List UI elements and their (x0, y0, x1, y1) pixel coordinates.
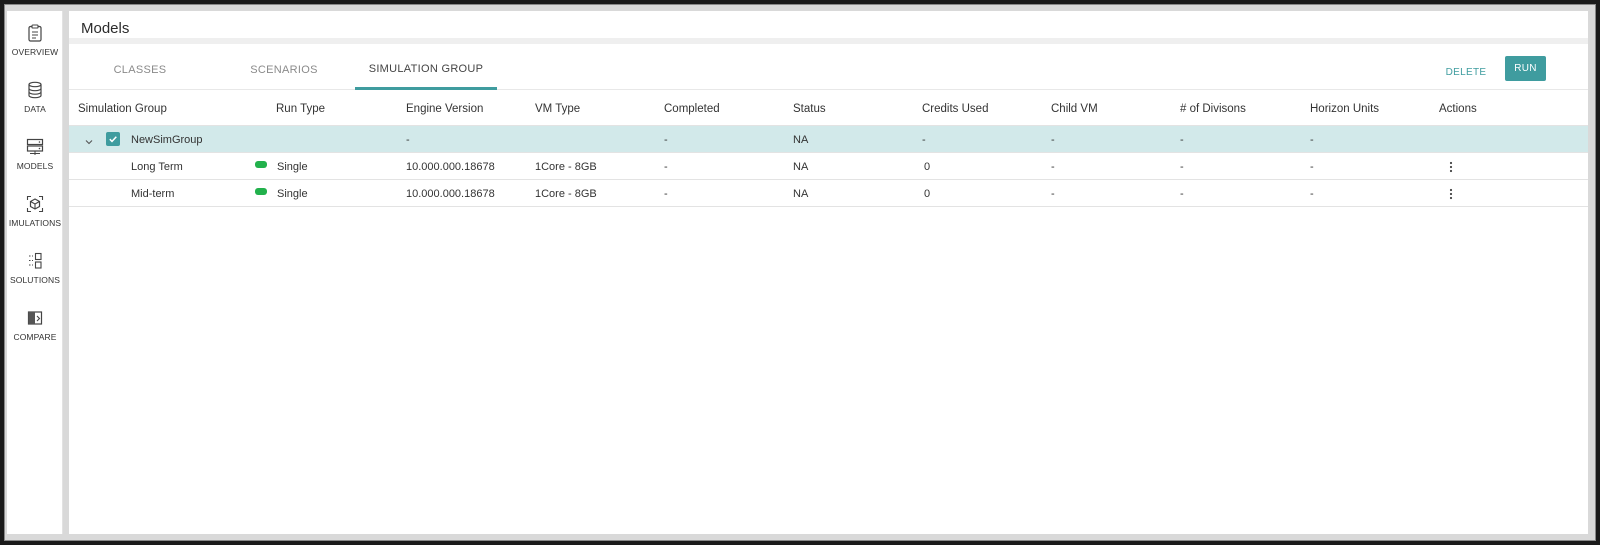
group-credits-used: - (922, 133, 926, 146)
row-horizon-units: - (1310, 187, 1314, 200)
more-actions-icon[interactable] (1447, 160, 1455, 174)
column-header-run-type[interactable]: Run Type (276, 91, 325, 126)
chevron-down-icon[interactable] (84, 134, 94, 145)
sidebar-item-solutions[interactable]: SOLUTIONS (7, 250, 63, 300)
column-header-credits-used[interactable]: Credits Used (922, 91, 988, 126)
main-panel: Models CLASSES SCENARIOS SIMULATION GROU… (69, 11, 1588, 534)
sidebar-item-models[interactable]: MODELS (7, 136, 63, 186)
cube-icon (25, 193, 45, 215)
table-row[interactable]: Mid-term Single 10.000.000.18678 1Core -… (69, 180, 1588, 207)
row-engine-version: 10.000.000.18678 (406, 187, 495, 200)
table-header: Simulation Group Run Type Engine Version… (69, 91, 1588, 126)
row-engine-version: 10.000.000.18678 (406, 160, 495, 173)
column-header-engine-version[interactable]: Engine Version (406, 91, 483, 126)
column-header-completed[interactable]: Completed (664, 91, 720, 126)
status-indicator (255, 188, 267, 195)
group-status: NA (793, 133, 809, 146)
column-header-divisions[interactable]: # of Divisons (1180, 91, 1246, 126)
row-divisions: - (1180, 187, 1184, 200)
checkmark-icon (109, 136, 117, 143)
sidebar-item-label: MODELS (16, 161, 54, 171)
status-indicator (255, 161, 267, 168)
sidebar-item-label: OVERVIEW (11, 47, 59, 57)
sidebar-item-compare[interactable]: COMPARE (7, 307, 63, 357)
row-credits-used: 0 (924, 160, 931, 173)
clipboard-icon (25, 22, 45, 44)
column-header-child-vm[interactable]: Child VM (1051, 91, 1098, 126)
sidebar-item-overview[interactable]: OVERVIEW (7, 22, 63, 72)
column-header-actions: Actions (1439, 102, 1477, 115)
sidebar-item-label: DATA (24, 104, 46, 114)
page-title: Models (81, 20, 130, 37)
row-vm-type: 1Core - 8GB (535, 187, 597, 200)
database-icon (25, 79, 45, 101)
sidebar-item-label: SOLUTIONS (9, 275, 61, 285)
row-name: Long Term (131, 160, 183, 173)
group-row[interactable]: NewSimGroup - - NA - - - - (69, 126, 1588, 153)
row-vm-type: 1Core - 8GB (535, 160, 597, 173)
row-completed: - (664, 160, 668, 173)
group-name: NewSimGroup (131, 133, 203, 146)
more-actions-icon[interactable] (1447, 187, 1455, 201)
row-run-type: Single (277, 187, 308, 200)
sidebar-item-data[interactable]: DATA (7, 79, 63, 129)
sidebar-item-label: COMPARE (13, 332, 57, 342)
row-credits-used: 0 (924, 187, 931, 200)
tab-scenarios[interactable]: SCENARIOS (237, 50, 331, 89)
compare-icon (25, 307, 45, 329)
tab-bar: CLASSES SCENARIOS SIMULATION GROUP (69, 50, 1588, 90)
column-header-horizon-units[interactable]: Horizon Units (1310, 91, 1379, 126)
row-run-type: Single (277, 160, 308, 173)
group-divisions: - (1180, 133, 1184, 146)
row-child-vm: - (1051, 187, 1055, 200)
row-status: NA (793, 160, 809, 173)
group-engine-version: - (406, 133, 410, 146)
row-name: Mid-term (131, 187, 175, 200)
group-checkbox[interactable] (106, 132, 120, 146)
column-header-vm-type[interactable]: VM Type (535, 91, 580, 126)
group-child-vm: - (1051, 133, 1055, 146)
sidebar: OVERVIEW DATA MODELS IMULATIONS SOLUTION… (7, 11, 63, 534)
page-header: Models (69, 11, 1588, 44)
group-horizon-units: - (1310, 133, 1314, 146)
delete-button[interactable]: DELETE (1444, 62, 1488, 82)
run-button[interactable]: RUN (1505, 56, 1546, 81)
column-header-simulation-group[interactable]: Simulation Group (78, 91, 167, 126)
row-status: NA (793, 187, 809, 200)
table-row[interactable]: Long Term Single 10.000.000.18678 1Core … (69, 153, 1588, 180)
server-icon (25, 136, 45, 158)
row-child-vm: - (1051, 160, 1055, 173)
row-divisions: - (1180, 160, 1184, 173)
sidebar-item-simulations[interactable]: IMULATIONS (7, 193, 63, 243)
solutions-icon (25, 250, 45, 272)
column-header-status[interactable]: Status (793, 91, 826, 126)
group-completed: - (664, 133, 668, 146)
row-completed: - (664, 187, 668, 200)
tab-classes[interactable]: CLASSES (93, 50, 187, 89)
tab-simulation-group[interactable]: SIMULATION GROUP (355, 50, 497, 90)
sidebar-item-label: IMULATIONS (8, 218, 62, 228)
row-horizon-units: - (1310, 160, 1314, 173)
